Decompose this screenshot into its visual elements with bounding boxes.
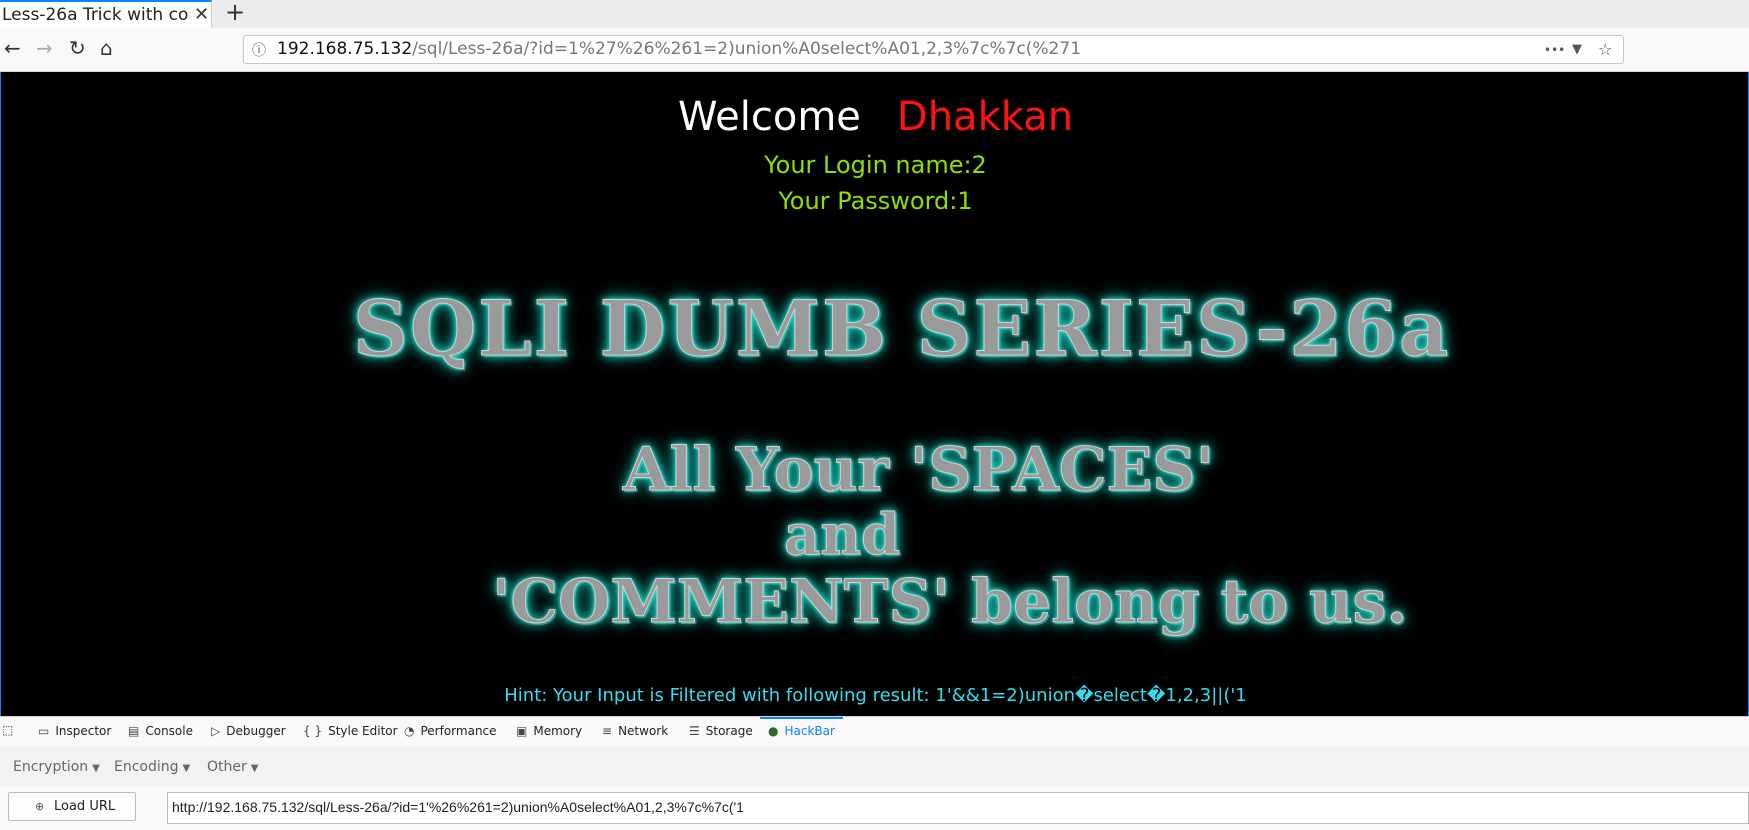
- active-tab-indicator: [760, 717, 843, 719]
- encryption-menu[interactable]: Encryption ▼: [13, 759, 100, 775]
- back-icon[interactable]: ←: [4, 36, 21, 60]
- performance-icon: ◔: [404, 724, 415, 738]
- tab-memory[interactable]: ▣ Memory: [516, 724, 582, 738]
- other-menu-label: Other: [207, 759, 247, 775]
- hackbar-url-input[interactable]: http://192.168.75.132/sql/Less-26a/?id=1…: [167, 792, 1749, 824]
- forward-icon[interactable]: →: [36, 36, 53, 60]
- encoding-menu[interactable]: Encoding ▼: [114, 759, 190, 775]
- bookmark-star-icon[interactable]: ☆: [1598, 40, 1612, 59]
- url-path: /sql/Less-26a/?id=1%27%26%261=2)union%A0…: [412, 39, 1082, 59]
- inspector-icon: ▭: [38, 724, 50, 738]
- browser-tab[interactable]: Less-26a Trick with com ✕: [0, 0, 212, 28]
- url-text[interactable]: 192.168.75.132/sql/Less-26a/?id=1%27%26%…: [277, 39, 1081, 59]
- tab-inspector[interactable]: ▭ Inspector: [38, 724, 111, 738]
- encryption-menu-label: Encryption: [13, 759, 89, 775]
- devtools-toolbar: ⬚ ▭ Inspector ▤ Console ▷ Debugger { } Style…: [0, 716, 1749, 748]
- navigation-bar: ← → ↻ ⌂ ⓘ 192.168.75.132/sql/Less-26a/?i…: [0, 28, 1749, 72]
- site-info-icon[interactable]: ⓘ: [252, 40, 266, 60]
- tab-title: Less-26a Trick with com: [2, 5, 190, 25]
- load-url-icon: ⊕: [35, 800, 45, 813]
- tab-network[interactable]: ≡ Network: [602, 724, 668, 738]
- tab-console[interactable]: ▤ Console: [128, 724, 193, 738]
- banner-line-2: and: [783, 502, 901, 569]
- series-title-image: SQLI DUMB SERIES-26a: [352, 284, 1451, 374]
- tab-storage-label: Storage: [705, 724, 753, 738]
- load-url-button[interactable]: ⊕ Load URL: [8, 792, 136, 821]
- welcome-name: Dhakkan: [896, 94, 1074, 140]
- url-host: 192.168.75.132: [277, 39, 413, 59]
- hackbar-icon: ●: [768, 724, 779, 738]
- tab-hackbar-label: HackBar: [784, 724, 835, 738]
- tab-style-editor[interactable]: { } Style Editor: [303, 724, 398, 738]
- console-icon: ▤: [128, 724, 140, 738]
- tab-performance[interactable]: ◔ Performance: [404, 724, 497, 738]
- tab-network-label: Network: [618, 724, 669, 738]
- chevron-down-icon: ▼: [250, 763, 259, 774]
- welcome-text: Welcome: [677, 94, 861, 140]
- new-tab-button[interactable]: +: [225, 0, 245, 26]
- tab-console-label: Console: [145, 724, 193, 738]
- style-editor-icon: { }: [303, 724, 323, 738]
- other-menu[interactable]: Other ▼: [207, 759, 258, 775]
- hint-text: Hint: Your Input is Filtered with follow…: [504, 685, 1247, 706]
- tab-debugger-label: Debugger: [226, 724, 286, 738]
- pocket-icon[interactable]: ▼: [1572, 42, 1582, 57]
- tab-performance-label: Performance: [420, 724, 497, 738]
- close-tab-icon[interactable]: ✕: [194, 4, 209, 25]
- tab-storage[interactable]: ☰ Storage: [689, 724, 753, 738]
- tab-debugger[interactable]: ▷ Debugger: [211, 724, 286, 738]
- encoding-menu-label: Encoding: [114, 759, 179, 775]
- home-icon[interactable]: ⌂: [100, 36, 113, 60]
- network-icon: ≡: [602, 724, 613, 738]
- debugger-icon: ▷: [211, 724, 221, 738]
- tab-memory-label: Memory: [533, 724, 583, 738]
- page-actions-icon[interactable]: •••: [1544, 43, 1565, 57]
- storage-icon: ☰: [689, 724, 700, 738]
- hackbar-input-row: ⊕ Load URL http://192.168.75.132/sql/Les…: [0, 787, 1749, 830]
- hackbar-menu-bar: Encryption ▼ Encoding ▼ Other ▼: [0, 747, 1749, 787]
- chevron-down-icon: ▼: [182, 763, 191, 774]
- banner-line-3: 'COMMENTS' belong to us.: [491, 567, 1408, 638]
- tab-inspector-label: Inspector: [55, 724, 112, 738]
- page-content: Welcome Dhakkan Your Login name:2 Your Pa…: [0, 72, 1749, 716]
- pick-element-icon[interactable]: ⬚: [2, 723, 13, 737]
- tab-bar: Less-26a Trick with com ✕ +: [0, 0, 1749, 29]
- tab-style-editor-label: Style Editor: [328, 724, 398, 738]
- url-bar[interactable]: ⓘ 192.168.75.132/sql/Less-26a/?id=1%27%2…: [243, 35, 1624, 64]
- reload-icon[interactable]: ↻: [69, 36, 86, 60]
- banner-line-1: All Your 'SPACES': [623, 435, 1215, 506]
- welcome-heading: Welcome Dhakkan: [1, 94, 1748, 140]
- memory-icon: ▣: [516, 724, 528, 738]
- load-url-label: Load URL: [54, 799, 116, 814]
- tab-hackbar[interactable]: ● HackBar: [768, 724, 835, 738]
- login-name-text: Your Login name:2: [764, 151, 987, 179]
- chevron-down-icon: ▼: [92, 763, 100, 774]
- password-text: Your Password:1: [778, 187, 973, 215]
